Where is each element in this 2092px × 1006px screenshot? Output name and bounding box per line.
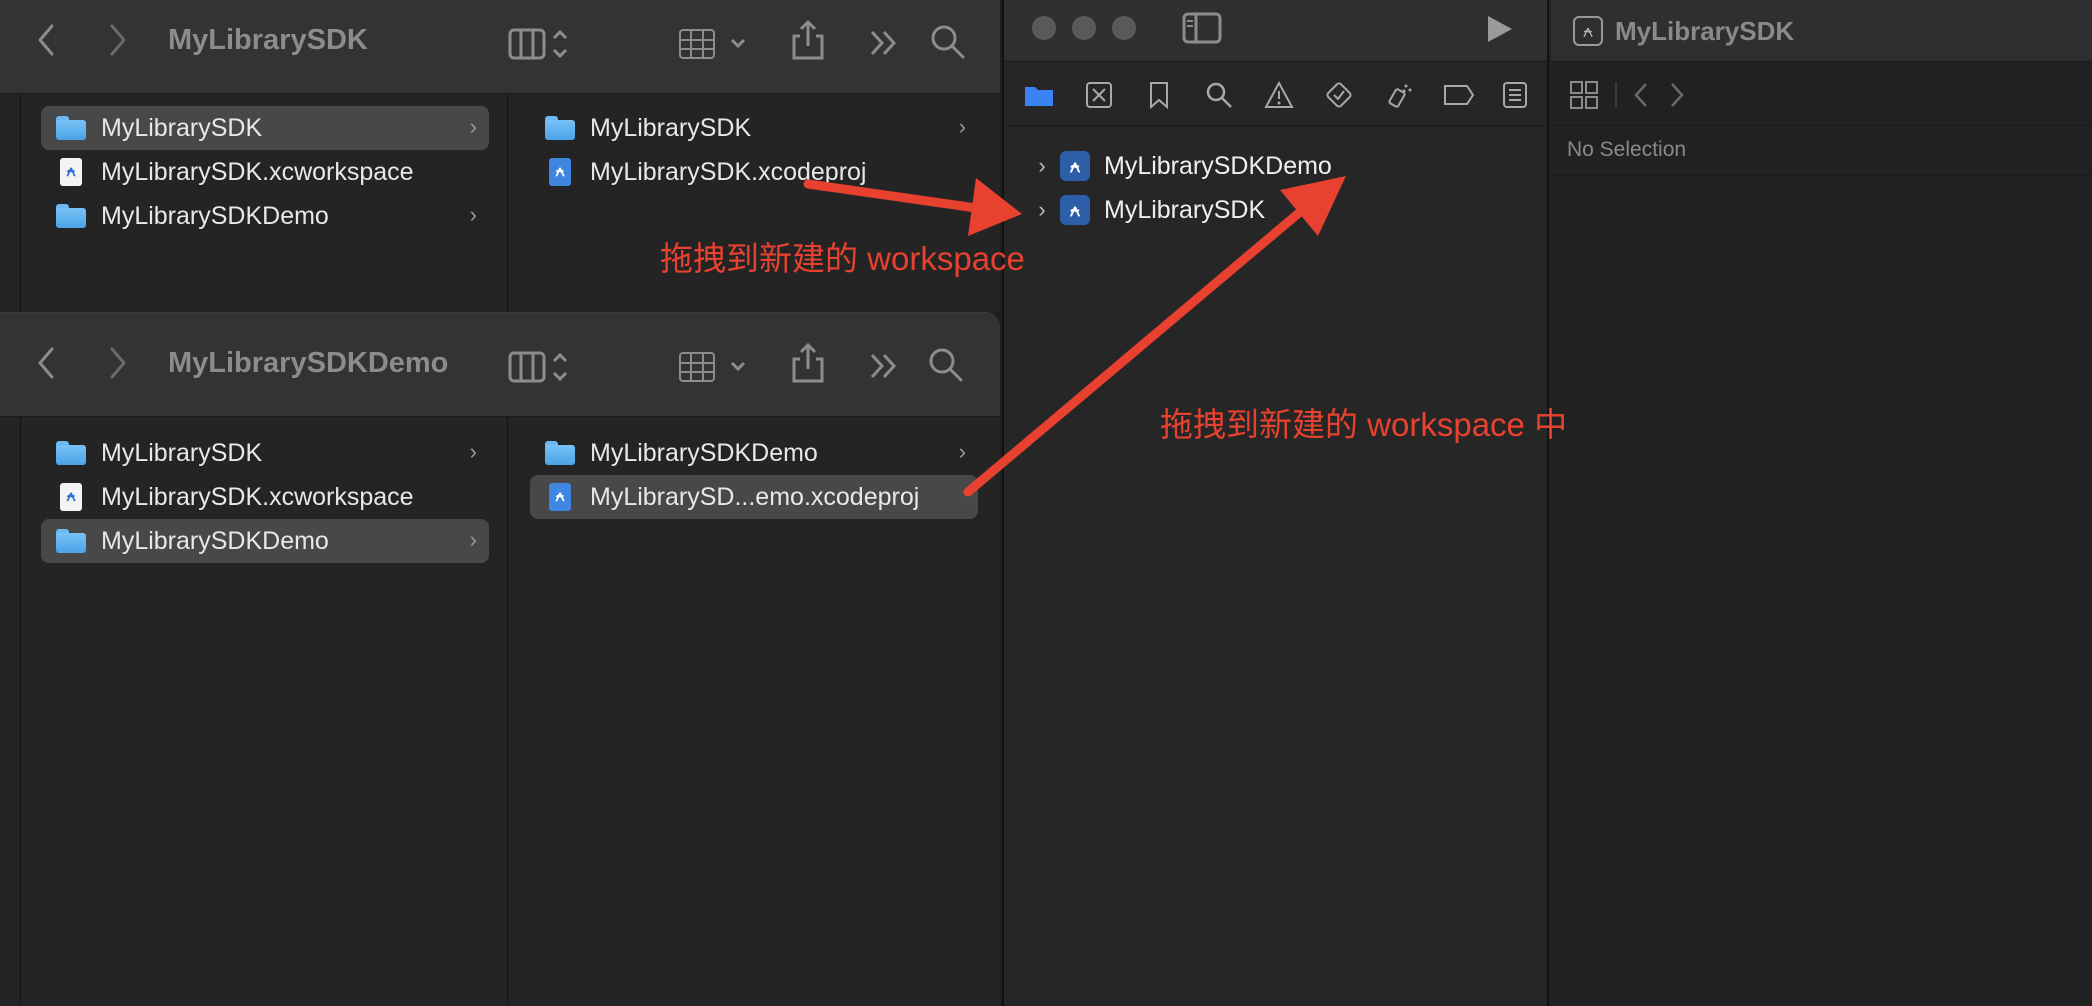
annotation-arrows xyxy=(803,176,1346,497)
annotation-text: 拖拽到新建的 workspace 中 xyxy=(1160,406,1568,443)
annotation-text: 拖拽到新建的 workspace xyxy=(660,240,1025,277)
arrow-top xyxy=(803,178,1022,236)
